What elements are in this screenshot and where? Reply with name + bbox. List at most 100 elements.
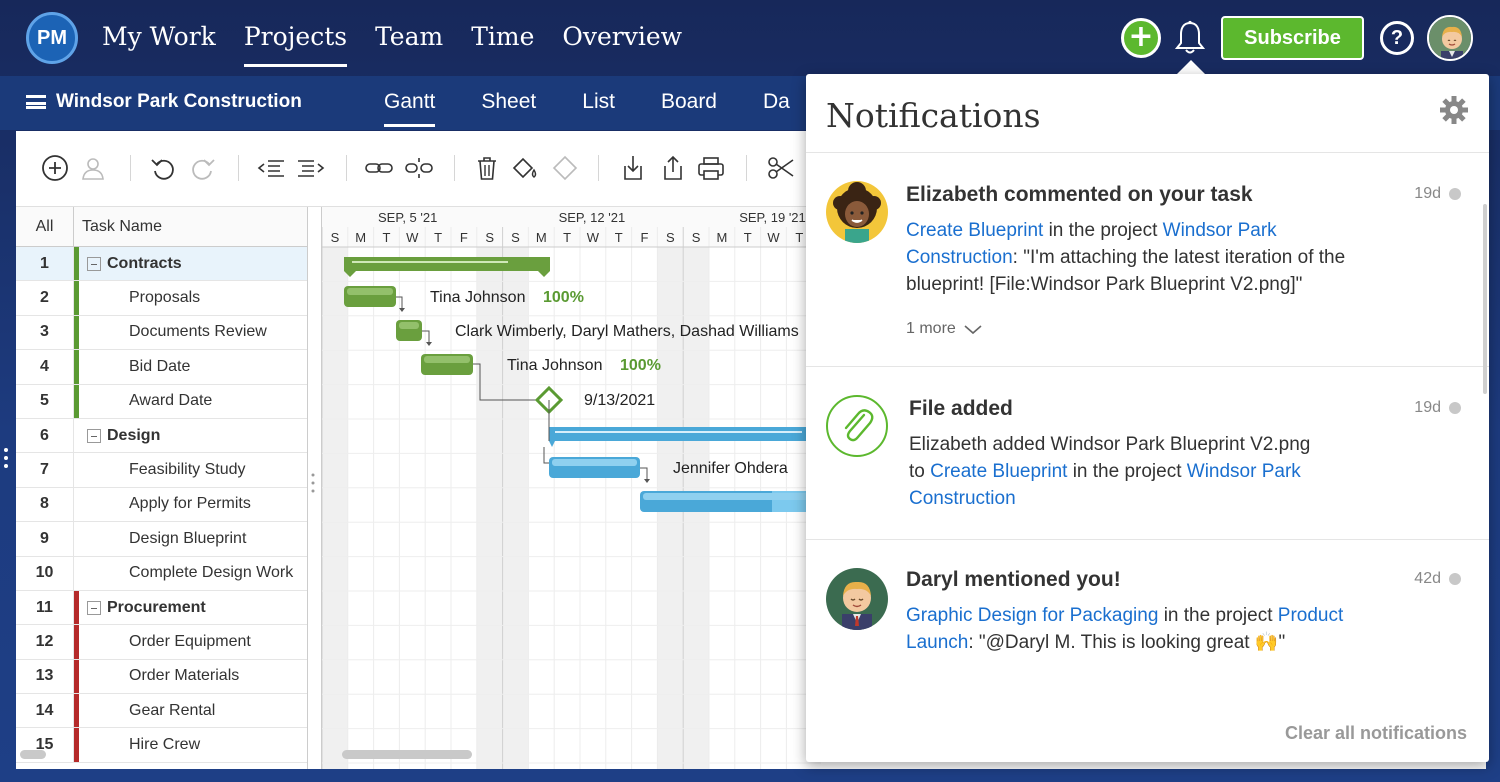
fill-color-icon[interactable] <box>510 153 540 183</box>
more-toggle[interactable]: 1 more <box>906 320 984 338</box>
assign-user-icon[interactable] <box>78 153 108 183</box>
unread-dot[interactable] <box>1449 573 1461 585</box>
row-number: 9 <box>16 522 74 556</box>
task-bar-feasibility-study-shine <box>552 459 637 466</box>
table-row[interactable]: 1 Contracts <box>16 247 307 282</box>
task-name-cell[interactable]: Design Blueprint <box>79 522 246 555</box>
clear-all-notifications-button[interactable]: Clear all notifications <box>1285 723 1467 744</box>
percent-label-bid-date: 100% <box>620 357 661 374</box>
undo-icon[interactable] <box>148 153 178 183</box>
tab-list[interactable]: List <box>582 90 615 127</box>
tab-sheet[interactable]: Sheet <box>481 90 536 127</box>
notifications-list: Elizabeth commented on your task 19d Cre… <box>806 152 1489 712</box>
unread-dot[interactable] <box>1449 188 1461 200</box>
pane-splitter[interactable] <box>311 471 315 495</box>
task-name-cell[interactable]: Complete Design Work <box>79 557 293 590</box>
bell-icon[interactable] <box>1174 20 1206 56</box>
delete-icon[interactable] <box>472 153 502 183</box>
task-name-cell[interactable]: Feasibility Study <box>79 453 246 486</box>
print-icon[interactable] <box>696 153 726 183</box>
tab-dashboard[interactable]: Da <box>763 90 790 127</box>
notification-item[interactable]: File added 19d Elizabeth added Windsor P… <box>806 367 1489 540</box>
side-drawer-handle[interactable] <box>3 446 9 470</box>
table-row[interactable]: 14 Gear Rental <box>16 694 307 729</box>
task-name-cell[interactable]: Bid Date <box>79 350 190 383</box>
link-icon[interactable] <box>364 153 394 183</box>
table-row[interactable]: 12 Order Equipment <box>16 625 307 660</box>
collapse-icon[interactable] <box>87 600 101 615</box>
task-name-cell[interactable]: Gear Rental <box>79 694 215 727</box>
table-row[interactable]: 8 Apply for Permits <box>16 487 307 523</box>
chevron-down-icon <box>964 325 982 335</box>
task-name-cell[interactable]: Award Date <box>79 385 212 418</box>
help-button[interactable]: ? <box>1380 21 1414 55</box>
table-row[interactable]: 6 Design <box>16 418 307 454</box>
view-tabs: Gantt Sheet List Board Da <box>384 90 836 127</box>
cut-icon[interactable] <box>766 153 796 183</box>
milestone-icon[interactable] <box>550 153 580 183</box>
grid-scrollbar[interactable] <box>20 750 46 759</box>
task-name-cell[interactable]: Apply for Permits <box>79 488 251 521</box>
tab-board[interactable]: Board <box>661 90 717 127</box>
unlink-icon[interactable] <box>404 153 434 183</box>
project-title[interactable]: Windsor Park Construction <box>26 91 302 113</box>
task-bar-apply-for-permits-shine <box>643 493 819 500</box>
table-row[interactable]: 10 Complete Design Work <box>16 556 307 591</box>
user-avatar[interactable] <box>1427 15 1473 61</box>
table-row[interactable]: 2 Proposals <box>16 281 307 316</box>
task-name-cell[interactable]: Hire Crew <box>79 728 200 761</box>
collapse-icon[interactable] <box>87 256 101 271</box>
task-name-cell[interactable]: Proposals <box>79 281 200 314</box>
row-number: 14 <box>16 694 74 728</box>
unread-dot[interactable] <box>1449 402 1461 414</box>
collapse-icon[interactable] <box>87 428 101 443</box>
table-row[interactable]: 3 Documents Review <box>16 315 307 351</box>
select-all-header[interactable]: All <box>16 207 74 246</box>
nav-overview[interactable]: Overview <box>562 22 682 67</box>
day-label: S <box>692 230 701 245</box>
add-new-button[interactable]: + <box>1121 18 1161 58</box>
table-row[interactable]: 9 Design Blueprint <box>16 522 307 557</box>
pm-logo[interactable]: PM <box>26 12 78 64</box>
table-row[interactable]: 5 Award Date <box>16 384 307 419</box>
notification-item[interactable]: Elizabeth commented on your task 19d Cre… <box>806 153 1489 367</box>
hamburger-menu-icon[interactable] <box>26 95 46 109</box>
add-task-icon[interactable] <box>40 153 70 183</box>
table-row[interactable]: 13 Order Materials <box>16 659 307 695</box>
outdent-icon[interactable] <box>256 153 286 183</box>
table-row[interactable]: 11 Procurement <box>16 590 307 626</box>
nav-projects[interactable]: Projects <box>243 22 348 67</box>
subscribe-button[interactable]: Subscribe <box>1221 16 1364 60</box>
gear-icon[interactable] <box>1438 94 1470 126</box>
task-name-cell[interactable]: Order Equipment <box>79 625 251 658</box>
task-link[interactable]: Create Blueprint <box>930 461 1067 482</box>
redo-icon[interactable] <box>188 153 218 183</box>
nav-time[interactable]: Time <box>471 22 534 67</box>
dependency-arrow-feasibility <box>644 479 650 483</box>
indent-icon[interactable] <box>296 153 326 183</box>
task-name-cell[interactable]: Design <box>79 419 160 452</box>
table-row[interactable]: 7 Feasibility Study <box>16 453 307 488</box>
gantt-chart: SEP, 5 '21 SEP, 12 '21 SEP, 19 '21 SMTWTFS… <box>321 207 821 769</box>
week-label: SEP, 19 '21 <box>739 210 806 225</box>
notification-item[interactable]: Daryl mentioned you! 42d Graphic Design … <box>806 540 1489 712</box>
row-number: 8 <box>16 487 74 522</box>
tab-gantt[interactable]: Gantt <box>384 90 436 127</box>
task-name-cell[interactable]: Order Materials <box>79 660 239 693</box>
task-name-cell[interactable]: Documents Review <box>79 316 267 349</box>
nav-team[interactable]: Team <box>375 22 443 67</box>
import-icon[interactable] <box>618 153 648 183</box>
notifications-scrollbar[interactable] <box>1483 204 1487 394</box>
task-link[interactable]: Graphic Design for Packaging <box>906 605 1158 626</box>
chart-scrollbar[interactable] <box>342 750 472 759</box>
export-icon[interactable] <box>658 153 688 183</box>
task-link[interactable]: Create Blueprint <box>906 220 1043 241</box>
task-name-cell[interactable]: Procurement <box>79 591 206 624</box>
time-text: 42d <box>1414 570 1441 587</box>
nav-my-work[interactable]: My Work <box>102 22 216 67</box>
task-name-header[interactable]: Task Name <box>74 207 162 246</box>
task-name-cell[interactable]: Contracts <box>79 247 182 280</box>
table-row[interactable]: 15 Hire Crew <box>16 728 307 763</box>
task-name-text: Documents Review <box>129 323 267 341</box>
table-row[interactable]: 4 Bid Date <box>16 350 307 385</box>
